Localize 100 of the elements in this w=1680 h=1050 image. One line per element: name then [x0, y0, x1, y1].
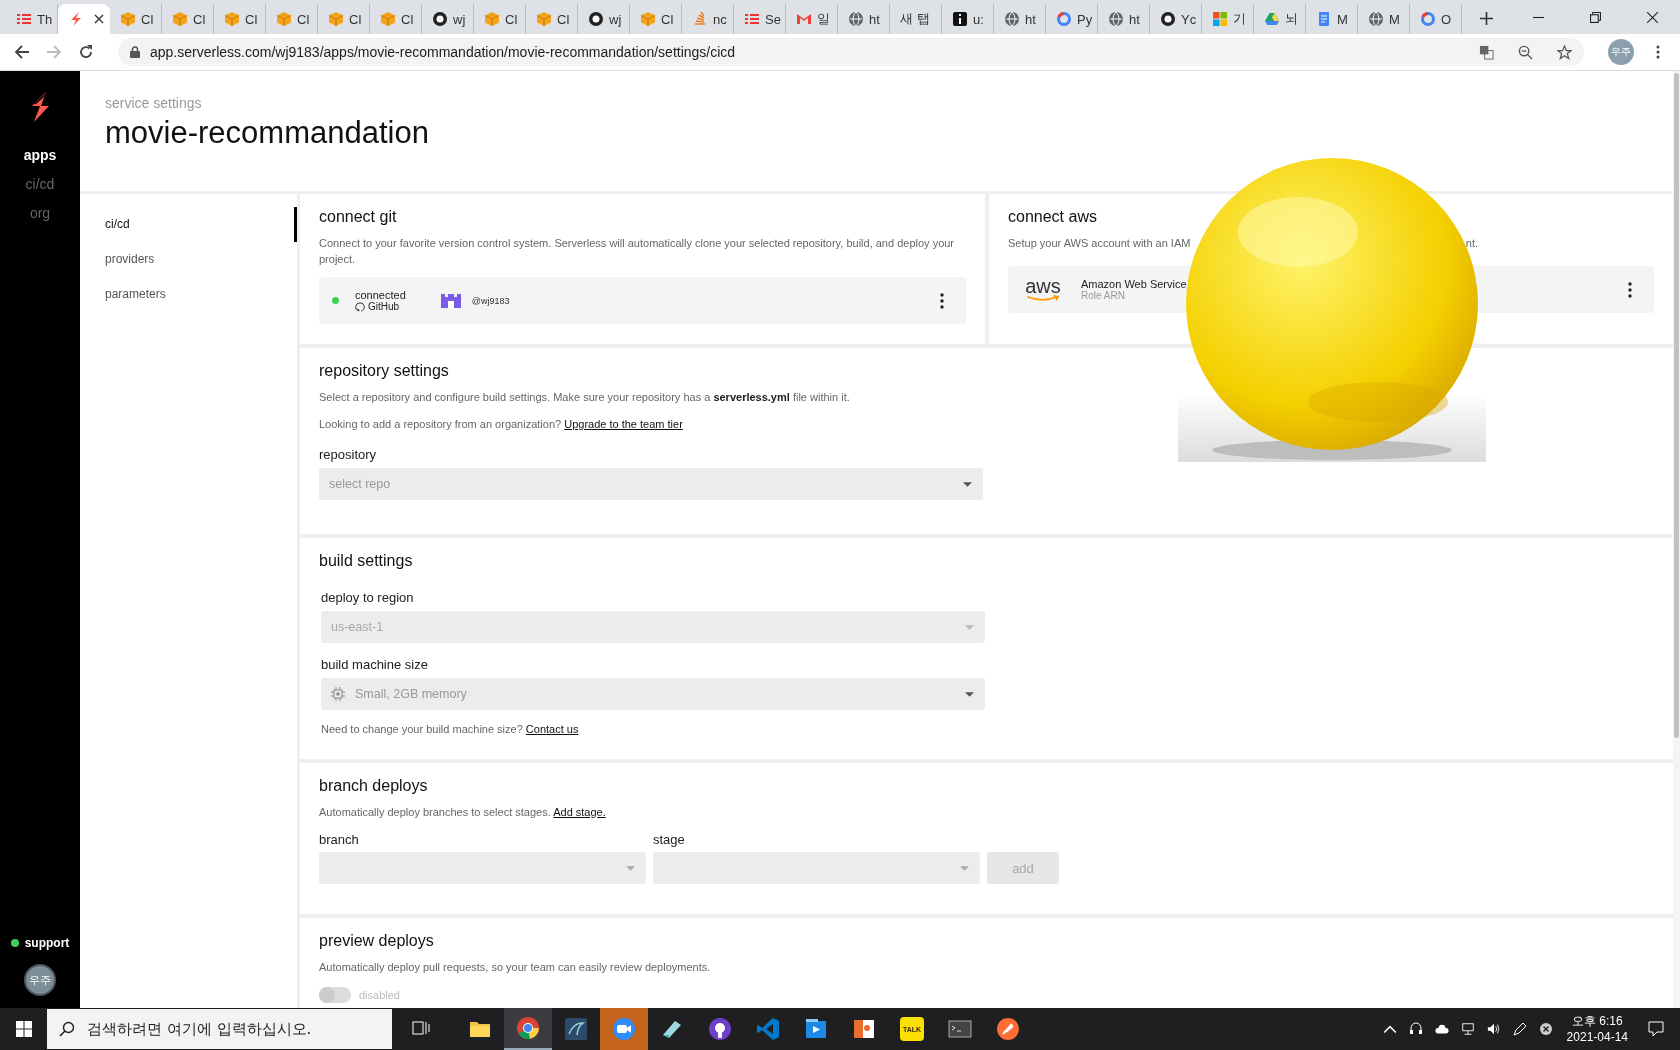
cloud-icon[interactable]: [1434, 1022, 1449, 1036]
status-dot: [10, 939, 19, 947]
task-view-icon[interactable]: [412, 1021, 430, 1037]
cube-icon: [224, 11, 240, 27]
rail-link[interactable]: org: [29, 199, 51, 228]
globe-icon: [1368, 11, 1384, 27]
document-icon: [1316, 11, 1332, 27]
caret-icon: [965, 624, 974, 630]
contact-link[interactable]: Contact us: [525, 723, 579, 735]
section-title: repository settings: [319, 362, 449, 380]
section-description: Select a repository and configure build settings. Make sure your repository has a serverless.yml file within it.: [319, 390, 850, 405]
section-description: nt.: [1465, 236, 1478, 251]
more-icon[interactable]: [1628, 281, 1632, 298]
provider-name: GitHub: [368, 301, 400, 312]
section-description: Connect to your favorite version control system. Serverless will automatically clone your selected repository, build, and deploy your project.: [319, 236, 956, 267]
list-icon: [744, 11, 760, 27]
pen-icon[interactable]: [1512, 1022, 1527, 1036]
close-icon[interactable]: [1647, 11, 1658, 23]
section-title: branch deploys: [319, 777, 428, 795]
status-dot: [332, 297, 339, 304]
field-label: build machine size: [321, 657, 428, 672]
feather-icon: [996, 1017, 1020, 1041]
globe-icon: [1004, 11, 1020, 27]
connection-status: connected: [355, 289, 406, 301]
translate-icon[interactable]: [1479, 44, 1494, 60]
section-description: Automatically deploy branches to select stages. Add stage.: [319, 805, 606, 820]
stack-icon: [692, 11, 708, 27]
add-stage-link[interactable]: Add stage.: [553, 806, 606, 818]
triangle-icon: [1264, 11, 1280, 27]
close-icon[interactable]: [94, 14, 104, 24]
taskbar-app[interactable]: [504, 1008, 552, 1050]
restore-icon[interactable]: [1590, 11, 1601, 23]
provider-name: Amazon Web Service: [1081, 278, 1187, 290]
ring-icon: [1420, 11, 1436, 27]
field-label: repository: [319, 447, 377, 462]
squares-icon: [1212, 11, 1228, 27]
section-title: preview deploys: [319, 932, 434, 950]
org-prompt: Looking to add a repository from an organization? Upgrade to the team tier: [319, 417, 683, 432]
section-title: connect aws: [1008, 208, 1097, 226]
list-icon: [16, 11, 32, 27]
windows-icon[interactable]: [16, 1021, 32, 1037]
reload-icon[interactable]: [78, 44, 94, 60]
section-description: Automatically deploy pull requests, so your team can easily review deployments.: [319, 960, 711, 975]
search-field[interactable]: 검색하려면 여기에 입력하십시오.: [47, 1009, 392, 1049]
caret-icon: [626, 865, 635, 871]
speaker-icon[interactable]: [1486, 1022, 1501, 1036]
help-text: Need to change your build machine size? Contact us: [321, 722, 579, 737]
toggle-switch[interactable]: [319, 987, 351, 1003]
rail-link[interactable]: ci/cd: [25, 170, 55, 199]
ring-icon: [1056, 11, 1072, 27]
page-title: movie-recommandation: [105, 115, 429, 151]
caret-icon: [963, 481, 972, 487]
page-kicker: service settings: [105, 95, 202, 111]
caret-icon: [965, 691, 974, 697]
cube-icon: [120, 11, 136, 27]
cube-icon: [172, 11, 188, 27]
address-bar[interactable]: app.serverless.com/wj9183/apps/movie-recommandation/movie-recommandation/settings/cicd: [118, 38, 1584, 66]
office-icon: [852, 1017, 876, 1041]
new-tab-icon[interactable]: [1480, 12, 1493, 25]
lock-icon: [130, 46, 140, 58]
globe-icon: [1108, 11, 1124, 27]
section-title: build settings: [319, 552, 413, 570]
clock-date[interactable]: 2021-04-14: [1566, 1029, 1628, 1045]
more-icon[interactable]: [940, 292, 944, 309]
zoom-icon[interactable]: [1518, 44, 1533, 60]
caret-icon: [960, 865, 969, 871]
field-label: stage: [653, 832, 685, 847]
settings-nav-link[interactable]: ci/cd: [80, 207, 297, 242]
settings-nav-link[interactable]: providers: [80, 242, 297, 277]
search-icon: [59, 1021, 75, 1037]
chip-icon: [331, 687, 345, 701]
headset-icon[interactable]: [1408, 1022, 1423, 1036]
role-label: Role ARN: [1081, 290, 1125, 301]
network-icon[interactable]: [1460, 1022, 1475, 1036]
code-editor-icon: [756, 1017, 780, 1041]
dolphin-icon: [564, 1017, 588, 1041]
field-label: branch: [319, 832, 359, 847]
scrollbar[interactable]: [1673, 71, 1680, 1008]
cube-icon: [380, 11, 396, 27]
field-label: deploy to region: [321, 590, 414, 605]
cube-icon: [536, 11, 552, 27]
clock-time[interactable]: 오후 6:16: [1571, 1013, 1623, 1029]
back-icon[interactable]: [14, 44, 30, 60]
section-title: connect git: [319, 208, 397, 226]
support-link[interactable]: support: [24, 936, 70, 950]
info-icon: [952, 11, 968, 27]
play-icon: [804, 1017, 828, 1041]
settings-nav-link[interactable]: parameters: [80, 277, 297, 312]
castle-icon: [439, 292, 462, 309]
close-circle-icon[interactable]: [1538, 1022, 1553, 1036]
upgrade-link[interactable]: Upgrade to the team tier: [564, 418, 683, 430]
envelope-icon: [796, 11, 812, 27]
notification-icon[interactable]: [1648, 1021, 1664, 1037]
star-icon[interactable]: [1557, 44, 1572, 60]
cube-icon: [484, 11, 500, 27]
cube-icon: [276, 11, 292, 27]
toggle-label: disabled: [359, 989, 400, 1001]
section-description: Setup your AWS account with an IAM: [1008, 236, 1191, 251]
aws-logo: aws: [1021, 277, 1065, 302]
rail-link[interactable]: apps: [23, 141, 57, 170]
